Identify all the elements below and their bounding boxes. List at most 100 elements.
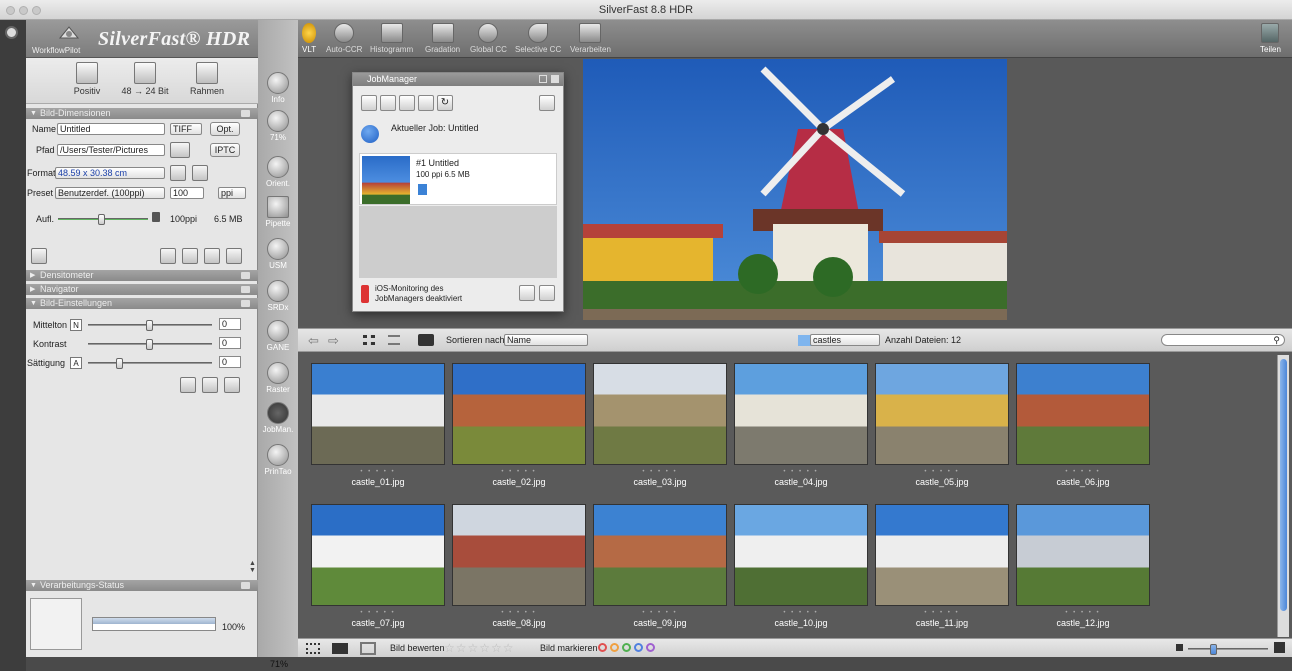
toolbar-global-cc[interactable]: Global CC bbox=[470, 23, 507, 54]
color-mark-button[interactable] bbox=[646, 642, 655, 652]
lock-icon[interactable] bbox=[152, 212, 160, 222]
tool-jobman[interactable]: JobMan. bbox=[258, 402, 298, 434]
thumbnail-rating-dots[interactable]: • • • • • bbox=[311, 469, 445, 475]
forward-arrow-icon[interactable]: ⇨ bbox=[328, 333, 339, 349]
thumbnail-item[interactable]: • • • • • castle_07.jpg bbox=[311, 504, 447, 628]
ppi-unit-popup[interactable]: ppi bbox=[218, 187, 246, 199]
thumbnail-item[interactable]: • • • • • castle_02.jpg bbox=[452, 363, 588, 487]
opt-button[interactable]: Opt. bbox=[210, 122, 240, 136]
thumbnail-item[interactable]: • • • • • castle_04.jpg bbox=[734, 363, 870, 487]
thumbnail-rating-dots[interactable]: • • • • • bbox=[875, 469, 1009, 475]
star-rating[interactable]: ☆☆☆☆☆☆ bbox=[444, 641, 515, 655]
close-icon[interactable] bbox=[551, 75, 559, 83]
section-densitometer[interactable]: ▶ Densitometer bbox=[26, 270, 258, 281]
close-window-button[interactable] bbox=[6, 6, 15, 15]
mode-bitdepth[interactable]: 48 → 24 Bit bbox=[120, 62, 170, 96]
mode-rahmen[interactable]: Rahmen bbox=[182, 62, 232, 96]
tool-printao[interactable]: PrinTao bbox=[258, 444, 298, 476]
small-grid-icon[interactable] bbox=[306, 643, 320, 654]
jm-trash-icon[interactable] bbox=[539, 95, 555, 111]
play-icon[interactable] bbox=[361, 125, 379, 143]
path-field[interactable]: /Users/Tester/Pictures bbox=[57, 144, 165, 156]
back-arrow-icon[interactable]: ⇦ bbox=[308, 333, 319, 349]
tool-srdx[interactable]: SRDx bbox=[258, 280, 298, 312]
saettigung-slider-thumb[interactable] bbox=[116, 358, 123, 369]
iptc-button[interactable]: IPTC bbox=[210, 143, 240, 157]
thumbnail-rating-dots[interactable]: • • • • • bbox=[734, 610, 868, 616]
minimize-window-button[interactable] bbox=[19, 6, 28, 15]
thumbnail-rating-dots[interactable]: • • • • • bbox=[593, 610, 727, 616]
power-icon[interactable] bbox=[5, 26, 18, 39]
toolbar-auto-ccr[interactable]: Auto-CCR bbox=[326, 23, 362, 54]
search-input[interactable]: ⚲ bbox=[1161, 334, 1285, 346]
thumbnail-item[interactable]: • • • • • castle_08.jpg bbox=[452, 504, 588, 628]
folder-icon[interactable] bbox=[418, 334, 434, 346]
thumbnail-image[interactable] bbox=[452, 504, 586, 606]
save-icon[interactable] bbox=[31, 248, 47, 264]
thumbnail-rating-dots[interactable]: • • • • • bbox=[452, 610, 586, 616]
thumbnail-rating-dots[interactable]: • • • • • bbox=[1016, 469, 1150, 475]
color-mark-button[interactable] bbox=[622, 642, 631, 652]
section-bild-dimensionen[interactable]: ▼ Bild-Dimensionen bbox=[26, 108, 258, 119]
tool-zoom[interactable]: 71% bbox=[258, 110, 298, 142]
kontrast-value[interactable]: 0 bbox=[219, 337, 241, 349]
thumb-size-slider-thumb[interactable] bbox=[1210, 644, 1217, 655]
ppi-field[interactable]: 100 bbox=[170, 187, 204, 199]
color-mark-button[interactable] bbox=[610, 642, 619, 652]
thumbnail-rating-dots[interactable]: • • • • • bbox=[734, 469, 868, 475]
aufl-slider-thumb[interactable] bbox=[98, 214, 105, 225]
file-format-popup[interactable]: TIFF bbox=[170, 123, 202, 135]
thumbnail-image[interactable] bbox=[734, 504, 868, 606]
tool-gane[interactable]: GANE bbox=[258, 320, 298, 352]
mittelton-slider[interactable] bbox=[88, 320, 212, 331]
reset-icon[interactable] bbox=[160, 248, 176, 264]
single-view-icon[interactable] bbox=[360, 642, 376, 655]
jobmanager-window[interactable]: JobManager ↻ Aktueller Job: Untitled #1 … bbox=[352, 72, 564, 312]
tool-orient[interactable]: Orient. bbox=[258, 156, 298, 188]
jm-refresh-icon[interactable]: ↻ bbox=[437, 95, 453, 111]
section-navigator[interactable]: ▶ Navigator bbox=[26, 284, 258, 295]
mode-positiv[interactable]: Positiv bbox=[62, 62, 112, 96]
thumbnail-item[interactable]: • • • • • castle_03.jpg bbox=[593, 363, 729, 487]
thumbnail-image[interactable] bbox=[311, 504, 445, 606]
mittelton-letter[interactable]: N bbox=[70, 319, 82, 331]
scrollbar-knob[interactable] bbox=[1280, 359, 1287, 611]
refresh-icon[interactable] bbox=[226, 248, 242, 264]
thumbnail-item[interactable]: • • • • • castle_10.jpg bbox=[734, 504, 870, 628]
toolbar-verarbeiten[interactable]: Verarbeiten bbox=[570, 23, 611, 54]
mittelton-value[interactable]: 0 bbox=[219, 318, 241, 330]
jm-add-icon[interactable] bbox=[361, 95, 377, 111]
section-menu-icon[interactable] bbox=[241, 286, 250, 293]
thumbnail-item[interactable]: • • • • • castle_01.jpg bbox=[311, 363, 447, 487]
job-list-item[interactable]: #1 Untitled 100 ppi 6.5 MB bbox=[359, 153, 557, 205]
name-field[interactable]: Untitled bbox=[57, 123, 165, 135]
thumbnail-image[interactable] bbox=[875, 363, 1009, 465]
tool-info[interactable]: Info bbox=[258, 72, 298, 104]
kontrast-slider-thumb[interactable] bbox=[146, 339, 153, 350]
large-grid-icon[interactable] bbox=[332, 643, 348, 654]
preview-image[interactable] bbox=[583, 59, 1007, 320]
toolbar-selective-cc[interactable]: Selective CC bbox=[515, 23, 561, 54]
mittelton-slider-thumb[interactable] bbox=[146, 320, 153, 331]
thumbnail-image[interactable] bbox=[1016, 504, 1150, 606]
grid-scrollbar[interactable] bbox=[1277, 355, 1289, 637]
thumbnail-rating-dots[interactable]: • • • • • bbox=[593, 469, 727, 475]
thumbnail-item[interactable]: • • • • • castle_11.jpg bbox=[875, 504, 1011, 628]
thumbnail-item[interactable]: • • • • • castle_12.jpg bbox=[1016, 504, 1152, 628]
thumbnail-image[interactable] bbox=[311, 363, 445, 465]
thumbnail-rating-dots[interactable]: • • • • • bbox=[1016, 610, 1150, 616]
folder-popup[interactable]: castles bbox=[810, 334, 880, 346]
section-menu-icon[interactable] bbox=[241, 272, 250, 279]
list-view-icon[interactable] bbox=[388, 335, 400, 345]
color-mark-button[interactable] bbox=[598, 642, 607, 652]
workflowpilot-icon[interactable] bbox=[58, 24, 80, 42]
preset-popup[interactable]: Benutzerdef. (100ppi) bbox=[55, 187, 165, 199]
section-verarbeitungs-status[interactable]: ▼ Verarbeitungs-Status bbox=[26, 580, 258, 591]
zoom-large-icon[interactable] bbox=[1274, 642, 1285, 653]
zoom-small-icon[interactable] bbox=[1176, 644, 1183, 651]
section-menu-icon[interactable] bbox=[241, 582, 250, 589]
thumbnail-rating-dots[interactable]: • • • • • bbox=[311, 610, 445, 616]
saettigung-letter[interactable]: A bbox=[70, 357, 82, 369]
thumbnail-item[interactable]: • • • • • castle_09.jpg bbox=[593, 504, 729, 628]
reset-icon[interactable] bbox=[180, 377, 196, 393]
